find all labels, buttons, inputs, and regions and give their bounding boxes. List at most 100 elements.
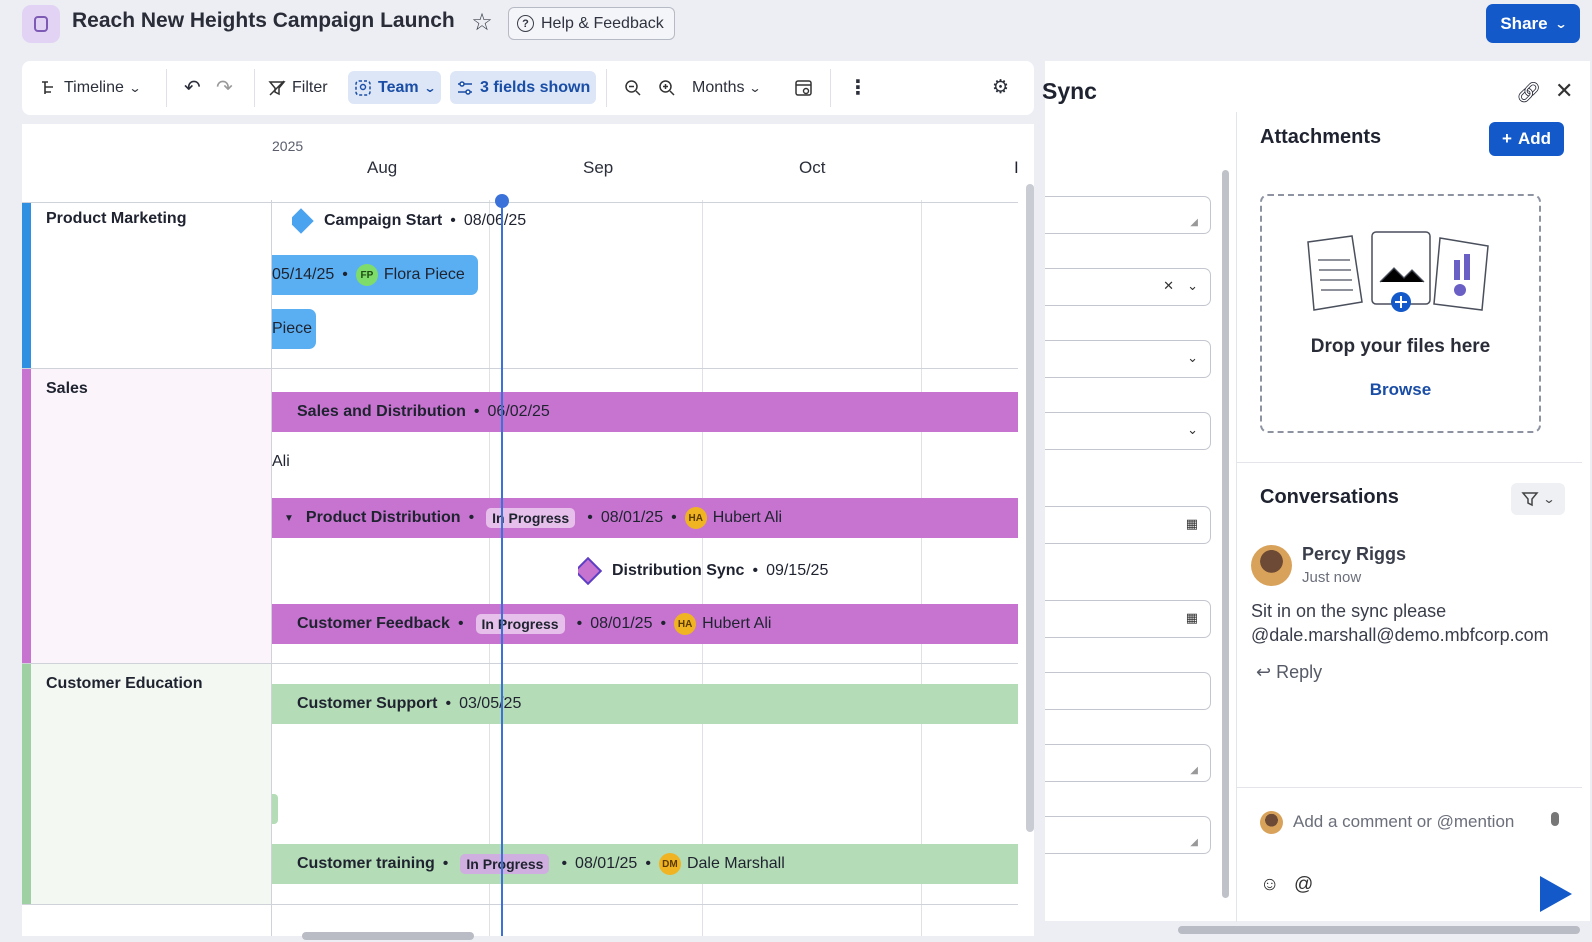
scale-label: Months	[692, 78, 745, 96]
dropzone-text: Drop your files here	[1310, 336, 1491, 357]
resize-handle-icon: ◢	[1190, 837, 1198, 848]
task-bar-piece[interactable]: Piece	[272, 309, 316, 349]
calendar-icon[interactable]: ▦	[1186, 610, 1198, 626]
toolbar: Timeline ⌄ ↶ ↷ Filter Team ⌄ 3 fields sh…	[22, 61, 1034, 115]
select-field[interactable]: ✕ ⌄	[1045, 268, 1211, 306]
group-color-bar	[22, 203, 31, 368]
fields-button[interactable]: 3 fields shown	[450, 71, 597, 104]
group-label[interactable]: Customer Education	[46, 675, 202, 693]
send-icon[interactable]	[1540, 876, 1572, 912]
task-bar-fragment[interactable]	[272, 794, 278, 824]
milestone-distribution-sync[interactable]: Distribution Sync • 09/15/25	[578, 551, 828, 591]
emoji-icon[interactable]: ☺	[1260, 874, 1279, 896]
zoom-in-button[interactable]	[652, 71, 682, 104]
item-date: 08/01/25	[590, 615, 653, 632]
calendar-search-icon	[795, 79, 812, 96]
panel-horizontal-scrollbar[interactable]	[1178, 926, 1580, 934]
text-area-field[interactable]: ◢	[1045, 744, 1211, 782]
date-field[interactable]: ▦	[1045, 506, 1211, 544]
team-label: Team	[378, 78, 419, 96]
clear-icon[interactable]: ✕	[1163, 278, 1174, 294]
date-field[interactable]: ▦	[1045, 600, 1211, 638]
reply-button[interactable]: ↩ Reply	[1256, 662, 1322, 683]
undo-icon: ↶	[184, 77, 201, 99]
calendar-search-button[interactable]	[788, 71, 820, 104]
item-date: 03/05/25	[459, 695, 522, 712]
undo-button[interactable]: ↶	[178, 71, 207, 104]
conversation-filter-button[interactable]: ⌄	[1511, 483, 1565, 515]
browse-link[interactable]: Browse	[1260, 380, 1541, 400]
task-bar-flora[interactable]: 05/14/25 • FP Flora Piece	[272, 255, 478, 295]
star-icon[interactable]: ☆	[468, 10, 496, 38]
task-bar-customer-feedback[interactable]: Customer Feedback • In Progress • 08/01/…	[272, 604, 1018, 644]
settings-button[interactable]: ⚙	[986, 71, 1015, 104]
group-color-bar	[22, 369, 31, 663]
filter-label: Filter	[292, 78, 328, 96]
milestone-campaign-start[interactable]: Campaign Start • 08/06/25	[292, 201, 526, 241]
link-icon[interactable]: 🔗︎	[1516, 80, 1541, 105]
today-marker[interactable]	[495, 194, 509, 208]
zoom-out-icon	[625, 79, 641, 96]
more-options-button[interactable]: ⋮	[842, 71, 874, 104]
share-label: Share	[1500, 13, 1548, 33]
redo-button[interactable]: ↷	[210, 71, 239, 104]
month-label: Oct	[799, 158, 826, 177]
timeline-vertical-scrollbar[interactable]	[1026, 184, 1034, 832]
item-date: 08/01/25	[600, 509, 664, 526]
task-bar-product-distribution[interactable]: ▼ Product Distribution • In Progress • 0…	[272, 498, 1018, 538]
task-bar-customer-training[interactable]: Customer training • In Progress • 08/01/…	[272, 844, 1018, 884]
add-attachment-button[interactable]: + Add	[1489, 122, 1564, 156]
group-label[interactable]: Sales	[46, 380, 88, 398]
owner-name: Hubert Ali	[712, 509, 783, 526]
avatar: HA	[674, 613, 697, 635]
item-name: Campaign Start	[324, 212, 443, 229]
text-area-field[interactable]: ◢	[1045, 816, 1211, 854]
today-line	[501, 200, 503, 936]
owner-name: Dale Marshall	[686, 855, 785, 872]
team-button[interactable]: Team ⌄	[348, 71, 441, 104]
text-field[interactable]	[1045, 672, 1211, 710]
avatar	[1251, 545, 1292, 586]
comment-author: Percy Riggs	[1302, 544, 1407, 564]
help-feedback-button[interactable]: ? Help & Feedback	[508, 7, 675, 40]
item-name: Customer Support	[297, 695, 438, 712]
resize-handle-icon: ◢	[1190, 217, 1198, 228]
question-icon: ?	[517, 15, 534, 32]
item-text: Piece	[272, 320, 313, 337]
month-label-partial: I	[1014, 158, 1019, 177]
scale-selector[interactable]: Months ⌄	[686, 71, 767, 104]
calendar-icon[interactable]: ▦	[1186, 516, 1198, 532]
reply-label: Reply	[1276, 662, 1323, 682]
resize-handle-icon: ◢	[1190, 765, 1198, 776]
avatar: HA	[684, 507, 707, 529]
mention-icon[interactable]: @	[1294, 874, 1313, 896]
task-bar-customer-support[interactable]: Customer Support • 03/05/25	[272, 684, 1018, 724]
owner-name: Hubert Ali	[702, 615, 772, 632]
input-scrollbar	[1551, 812, 1559, 826]
milestone-diamond-icon	[578, 556, 603, 586]
chevron-down-icon: ⌄	[1187, 350, 1198, 365]
close-icon[interactable]: ✕	[1555, 78, 1573, 104]
year-label: 2025	[272, 138, 304, 154]
filter-button[interactable]: Filter	[262, 71, 334, 104]
item-date: 08/06/25	[463, 212, 527, 229]
avatar	[1260, 811, 1283, 834]
text-area-field[interactable]: ◢	[1045, 196, 1211, 234]
chevron-down-icon: ⌄	[423, 80, 437, 95]
fields-label: 3 fields shown	[480, 78, 591, 96]
timeline-horizontal-scrollbar[interactable]	[302, 932, 474, 940]
help-feedback-label: Help & Feedback	[541, 14, 664, 32]
share-button[interactable]: Share ⌄	[1486, 4, 1580, 43]
comment-input[interactable]: Add a comment or @mention	[1293, 812, 1514, 832]
filter-icon	[1521, 492, 1540, 507]
filter-icon	[268, 79, 286, 96]
panel-vertical-scrollbar[interactable]	[1222, 170, 1229, 898]
select-field[interactable]: ⌄	[1045, 412, 1211, 450]
caret-down-icon[interactable]: ▼	[284, 513, 294, 524]
group-label[interactable]: Product Marketing	[46, 210, 186, 228]
zoom-out-button[interactable]	[618, 71, 648, 104]
select-field[interactable]: ⌄	[1045, 340, 1211, 378]
redo-icon: ↷	[216, 77, 233, 99]
view-selector[interactable]: Timeline ⌄	[34, 71, 146, 104]
task-bar-sales-distribution[interactable]: Sales and Distribution • 06/02/25	[272, 392, 1018, 432]
